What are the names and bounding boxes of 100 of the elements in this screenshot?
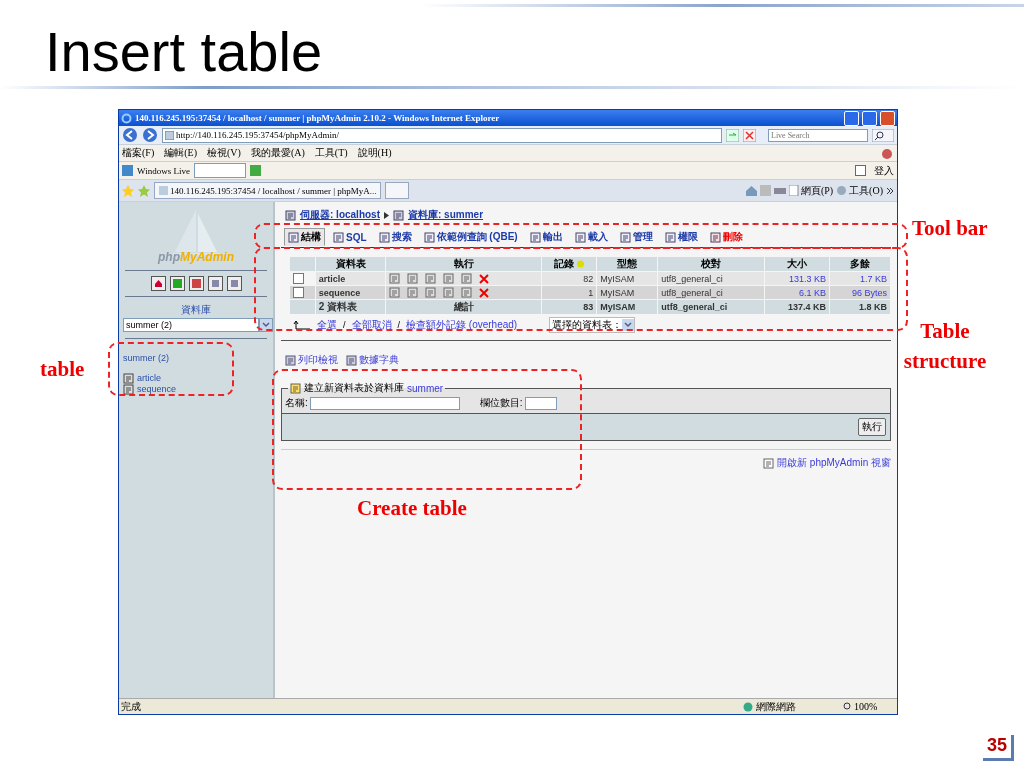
table-link[interactable]: sequence	[137, 384, 177, 395]
menu-item[interactable]: 編輯(E)	[164, 146, 197, 160]
menu-item[interactable]: 檔案(F)	[122, 146, 155, 160]
annotation-label: Create table	[357, 496, 467, 521]
page-icon	[159, 186, 168, 195]
menu-item[interactable]: 檢視(V)	[207, 146, 241, 160]
column-header: 型態	[597, 257, 658, 271]
column-header: 資料表	[315, 257, 386, 271]
size-link[interactable]: 1.7 KB	[829, 272, 890, 285]
print-link[interactable]: 列印檢視	[285, 353, 338, 367]
size-link[interactable]: 131.3 KB	[764, 272, 829, 285]
delete-icon[interactable]	[479, 287, 490, 298]
restore-button[interactable]	[862, 110, 877, 126]
column-header: 校對	[658, 257, 764, 271]
field-label: 欄位數目:	[479, 396, 523, 410]
tab[interactable]: 搜索	[374, 228, 416, 246]
separator: /	[397, 320, 401, 330]
column-header: 執行	[386, 257, 542, 271]
annotation-label: Tool bar	[912, 216, 988, 241]
select-link[interactable]: 全選	[317, 318, 337, 332]
arrow-icon	[293, 320, 311, 330]
table-link[interactable]: article	[137, 373, 161, 384]
dropdown-icon[interactable]	[622, 319, 635, 331]
search-field[interactable]: Live Search	[768, 128, 868, 142]
input-field[interactable]	[193, 163, 246, 178]
browser-tab[interactable]: 140.116.245.195:37454 / localhost / summer | phpMyA...	[154, 182, 382, 199]
table-cell: 2 資料表	[315, 300, 386, 314]
dictionary-link[interactable]: 數據字典	[346, 353, 399, 367]
table-cell: article	[315, 272, 386, 285]
dropdown-icon[interactable]	[259, 318, 273, 332]
annotation-label: Table structure	[902, 318, 988, 375]
database-link[interactable]: summer (2)	[123, 353, 273, 363]
page-icon	[165, 130, 174, 140]
column-header: 記錄	[542, 257, 597, 271]
back-button[interactable]	[122, 127, 138, 143]
panel-legend: 建立新資料表於資料庫	[304, 381, 404, 395]
tab[interactable]: 結構	[284, 228, 325, 246]
breadcrumb-link[interactable]: 伺服器: localhost	[300, 208, 380, 222]
window-title: 140.116.245.195:37454 / localhost / summer | phpMyAdmin 2.10.2 - Windows Internet Explorer	[135, 113, 501, 123]
tab[interactable]: 載入	[570, 228, 612, 246]
go-button[interactable]: 執行	[858, 418, 886, 436]
magnifier-icon	[843, 702, 852, 711]
size-link[interactable]: 96 Bytes	[829, 286, 890, 299]
slide-title: Insert table	[45, 22, 324, 82]
page-icon	[788, 185, 799, 196]
field-label: 名稱:	[285, 396, 308, 410]
select-link[interactable]: 檢查額外記錄 (overhead)	[406, 318, 518, 332]
chevron-icon[interactable]	[886, 186, 894, 195]
add-favorite-icon[interactable]	[138, 184, 150, 197]
star-icon[interactable]	[122, 184, 134, 197]
tab[interactable]: SQL	[329, 228, 371, 246]
select-link[interactable]: 全部取消	[351, 318, 392, 332]
close-button[interactable]	[880, 110, 895, 126]
annotation-label: table	[40, 357, 85, 382]
menu-item[interactable]: 工具(T)	[314, 146, 348, 160]
checkbox-icon	[855, 165, 866, 176]
menu-item[interactable]: 我的最愛(A)	[250, 146, 305, 160]
size-link[interactable]: 6.1 KB	[764, 286, 829, 299]
table-cell: utf8_general_ci	[658, 286, 764, 299]
tab[interactable]: 刪除	[705, 228, 747, 246]
home-icon[interactable]	[150, 276, 166, 291]
lightbulb-icon	[575, 259, 585, 269]
forward-button[interactable]	[142, 127, 158, 143]
column-header: 多餘	[829, 257, 890, 271]
tab[interactable]: 輸出	[525, 228, 567, 246]
arrow-icon	[384, 211, 389, 219]
action-select[interactable]: 選擇的資料表：	[549, 317, 636, 333]
tab[interactable]: 依範例查詢 (QBE)	[419, 228, 522, 246]
input-field[interactable]	[309, 396, 460, 410]
zone-label: 網際網路	[756, 699, 796, 714]
input-field[interactable]	[524, 396, 557, 410]
signin-link[interactable]: 登入	[874, 163, 894, 178]
table-cell: utf8_general_ci	[658, 300, 764, 314]
toolbar-button[interactable]: 網頁(P)	[788, 183, 834, 198]
new-tab-button[interactable]	[385, 182, 410, 199]
delete-icon[interactable]	[479, 273, 490, 284]
address-field[interactable]: http://140.116.245.195:37454/phpMyAdmin/	[162, 127, 722, 143]
table-cell: 總計	[386, 300, 542, 314]
tab[interactable]: 權限	[660, 228, 702, 246]
menu-item[interactable]: 說明(H)	[357, 146, 392, 160]
breadcrumb-link[interactable]: 資料庫: summer	[408, 208, 484, 222]
checkbox[interactable]	[293, 287, 304, 298]
database-label: 資料庫	[180, 303, 212, 317]
zoom-button[interactable]: 100%	[843, 701, 897, 712]
column-header: 大小	[764, 257, 829, 271]
new-window-link[interactable]: 開啟新 phpMyAdmin 視窗	[777, 456, 891, 470]
table-cell: 137.4 KB	[764, 300, 829, 314]
database-name: summer	[407, 382, 444, 394]
table-cell: MyISAM	[597, 286, 658, 299]
tab[interactable]: 管理	[615, 228, 657, 246]
status-text: 完成	[121, 699, 141, 714]
toolbar-label: Windows Live	[137, 165, 190, 176]
table-cell: utf8_general_ci	[658, 272, 764, 285]
minimize-button[interactable]	[844, 110, 859, 126]
table-cell: sequence	[315, 286, 386, 299]
toolbar-button[interactable]: 工具(O)	[836, 183, 883, 198]
globe-icon	[743, 701, 753, 712]
table-cell: MyISAM	[597, 272, 658, 285]
checkbox[interactable]	[293, 273, 304, 284]
table-cell: MyISAM	[597, 300, 658, 314]
